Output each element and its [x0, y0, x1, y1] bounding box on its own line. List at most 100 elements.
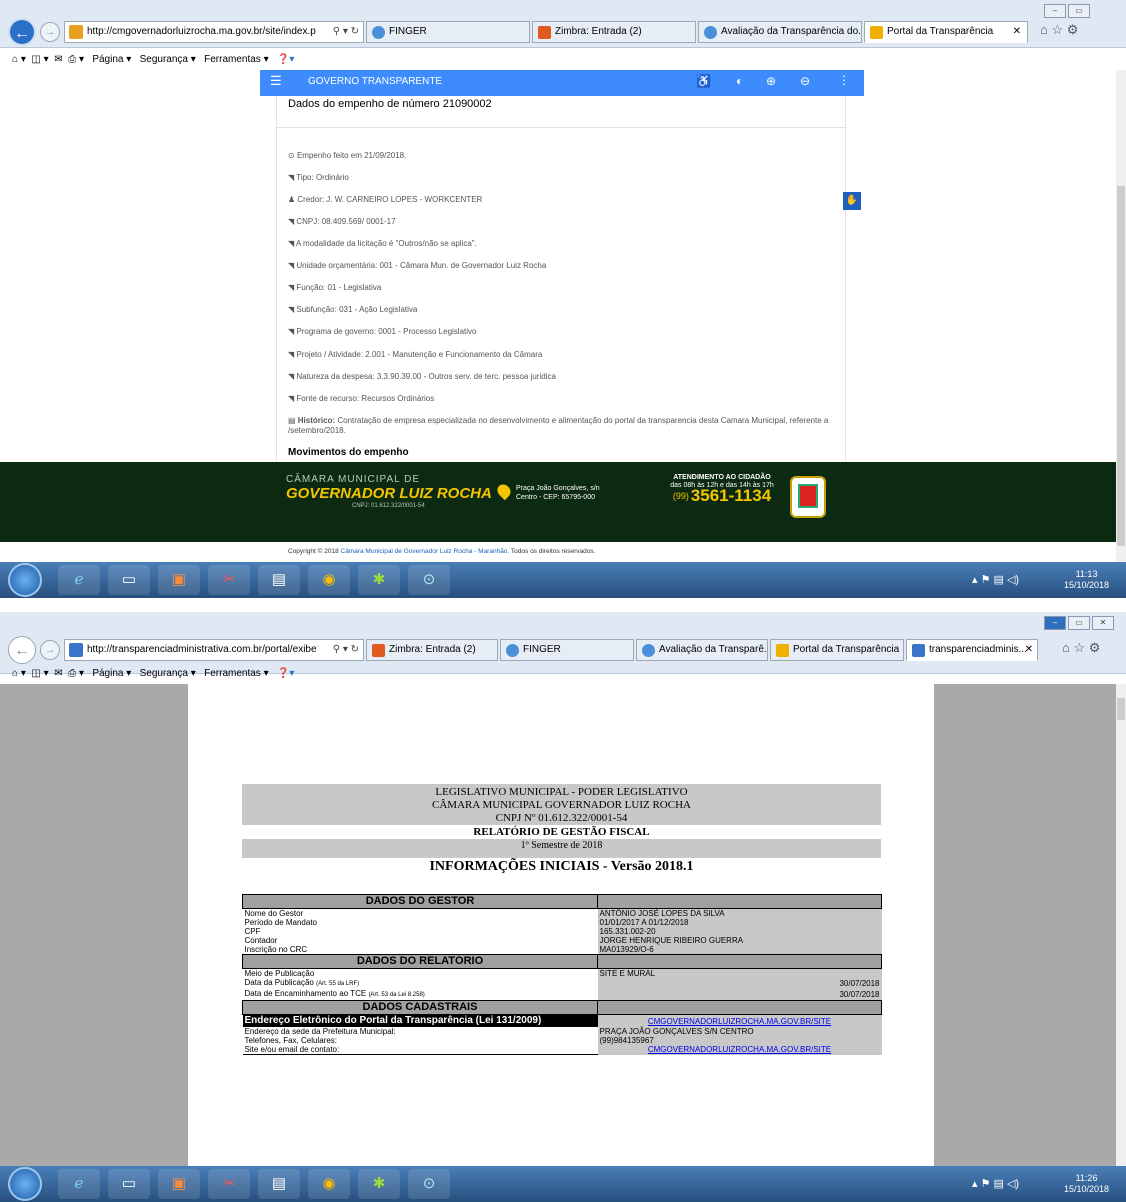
- chrome-taskbar-icon[interactable]: ◉: [308, 1169, 350, 1199]
- zoom-in-icon[interactable]: ⊕: [766, 74, 776, 88]
- report-h5: 1º Semestre de 2018: [520, 840, 603, 851]
- notepad-taskbar-icon[interactable]: ▤: [258, 565, 300, 595]
- chrome-taskbar-icon[interactable]: ◉: [308, 565, 350, 595]
- help-icon[interactable]: ❓▾: [277, 54, 294, 65]
- detail-line: ◥ Tipo: Ordinário: [288, 173, 349, 182]
- command-bar-2: ⌂ ▾ ◫ ▾ ✉ ⎙ ▾ Página ▾ Segurança ▾ Ferra…: [12, 664, 294, 684]
- table-row: Endereço Eletrônico do Portal da Transpa…: [242, 1014, 882, 1027]
- ie-icon: [372, 26, 385, 39]
- url-text: http://transparenciadministrativa.com.br…: [87, 644, 317, 655]
- tray-icons[interactable]: ▴ ⚑ ▤ ◁): [972, 573, 1019, 586]
- copyright-link[interactable]: Câmara Municipal de Governador Luiz Roch…: [341, 548, 508, 555]
- detail-line: ◥ Subfunção: 031 - Ação Legislativa: [288, 305, 418, 314]
- home-icon[interactable]: ⌂ ▾: [12, 54, 26, 65]
- gap: [0, 598, 1126, 612]
- feeds-icon[interactable]: ◫ ▾: [31, 668, 48, 679]
- menu-seguranca[interactable]: Segurança ▾: [140, 54, 196, 65]
- media-taskbar-icon[interactable]: ▣: [158, 1169, 200, 1199]
- mail-icon[interactable]: ✉: [54, 668, 62, 679]
- start-button[interactable]: [8, 563, 42, 597]
- tab-avaliacao[interactable]: Avaliação da Transparê...: [636, 639, 768, 661]
- restore-button[interactable]: ▭: [1068, 616, 1090, 630]
- app-taskbar-icon[interactable]: ✱: [358, 565, 400, 595]
- more-icon[interactable]: ⋮: [838, 73, 850, 87]
- explorer-taskbar-icon[interactable]: ▭: [108, 1169, 150, 1199]
- ie-taskbar-icon[interactable]: ℯ: [58, 1169, 100, 1199]
- forward-button[interactable]: →: [40, 22, 60, 42]
- close-tab-icon[interactable]: ✕: [1013, 22, 1021, 42]
- start-button[interactable]: [8, 1167, 42, 1201]
- explorer-taskbar-icon[interactable]: ▭: [108, 565, 150, 595]
- portal-icon: [870, 26, 883, 39]
- tab-avaliacao[interactable]: Avaliação da Transparência do...: [698, 21, 862, 43]
- footer-atendimento: ATENDIMENTO AO CIDADÃO das 08h às 12h e …: [670, 474, 774, 505]
- contrast-icon[interactable]: ◐: [736, 74, 743, 88]
- menu-ferramentas[interactable]: Ferramentas ▾: [204, 668, 268, 679]
- print-icon[interactable]: ⎙ ▾: [68, 54, 84, 65]
- close-tab-icon[interactable]: ✕: [1025, 640, 1033, 660]
- accessibility-icon[interactable]: ♿: [696, 74, 711, 88]
- table-row: Endereço da sede da Prefeitura Municipal…: [243, 1027, 882, 1036]
- copyright-text: Copyright © 2018 Câmara Municipal de Gov…: [288, 548, 596, 555]
- scrollbar-1[interactable]: [1116, 70, 1126, 562]
- tab-zimbra[interactable]: Zimbra: Entrada (2): [532, 21, 696, 43]
- tray-icons[interactable]: ▴ ⚑ ▤ ◁): [972, 1177, 1019, 1190]
- menu-pagina[interactable]: Página ▾: [92, 54, 131, 65]
- address-bar[interactable]: http://cmgovernadorluizrocha.ma.gov.br/s…: [64, 21, 364, 43]
- tools-taskbar-icon[interactable]: ✂: [208, 565, 250, 595]
- report-header: LEGISLATIVO MUNICIPAL - PODER LEGISLATIV…: [242, 784, 881, 858]
- tab-transparencia[interactable]: transparenciadminis... ✕: [906, 639, 1038, 661]
- table-row: Inscrição no CRC MA013929/O-6: [243, 945, 882, 955]
- vlibras-icon[interactable]: ✋: [843, 192, 861, 210]
- menu-ferramentas[interactable]: Ferramentas ▾: [204, 54, 268, 65]
- app-taskbar-icon[interactable]: ✱: [358, 1169, 400, 1199]
- report-h2: CÂMARA MUNICIPAL GOVERNADOR LUIZ ROCHA: [432, 799, 691, 811]
- address-bar[interactable]: http://transparenciadministrativa.com.br…: [64, 639, 364, 661]
- restore-button[interactable]: ▭: [1068, 4, 1090, 18]
- notepad-taskbar-icon[interactable]: ▤: [258, 1169, 300, 1199]
- search-refresh-icon[interactable]: ⚲ ▾ ↻: [333, 22, 359, 42]
- hamburger-icon[interactable]: ☰: [270, 73, 282, 89]
- tab-zimbra[interactable]: Zimbra: Entrada (2): [366, 639, 498, 661]
- minimize-button[interactable]: –: [1044, 616, 1066, 630]
- media-taskbar-icon[interactable]: ▣: [158, 565, 200, 595]
- print-icon[interactable]: ⎙ ▾: [68, 668, 84, 679]
- home-star-gear-icons[interactable]: ⌂ ☆ ⚙: [1040, 22, 1078, 38]
- feeds-icon[interactable]: ◫ ▾: [31, 54, 48, 65]
- site-favicon-icon: [69, 25, 83, 39]
- tab-finger[interactable]: FINGER: [500, 639, 634, 661]
- back-button[interactable]: ←: [8, 636, 36, 664]
- search-taskbar-icon[interactable]: ⊙: [408, 1169, 450, 1199]
- clock[interactable]: 11:26 15/10/2018: [1064, 1173, 1109, 1195]
- minimize-button[interactable]: –: [1044, 4, 1066, 18]
- table-row: CPF 165.331.002-20: [243, 927, 882, 936]
- home-star-gear-icons[interactable]: ⌂ ☆ ⚙: [1062, 640, 1100, 656]
- close-window-button[interactable]: ✕: [1092, 616, 1114, 630]
- tab-portal[interactable]: Portal da Transparência ✕: [864, 21, 1028, 43]
- table-row: Telefones, Fax, Celulares: (99)984135967: [243, 1036, 882, 1045]
- tab-portal[interactable]: Portal da Transparência: [770, 639, 904, 661]
- help-icon[interactable]: ❓▾: [277, 668, 294, 679]
- search-taskbar-icon[interactable]: ⊙: [408, 565, 450, 595]
- mail-icon[interactable]: ✉: [54, 54, 62, 65]
- report-h1: LEGISLATIVO MUNICIPAL - PODER LEGISLATIV…: [435, 786, 688, 798]
- back-button[interactable]: ←: [8, 18, 36, 46]
- scrollbar-thumb-2[interactable]: [1117, 698, 1125, 720]
- menu-pagina[interactable]: Página ▾: [92, 668, 131, 679]
- section-relatorio: DADOS DO RELATÓRIO: [242, 954, 598, 969]
- tab-finger[interactable]: FINGER: [366, 21, 530, 43]
- site-footer: CÂMARA MUNICIPAL DE GOVERNADOR LUIZ ROCH…: [0, 462, 1116, 542]
- clock[interactable]: 11:13 15/10/2018: [1064, 569, 1109, 591]
- site-link[interactable]: CMGOVERNADORLUIZROCHA.MA.GOV.BR/SITE: [648, 1045, 831, 1054]
- zoom-out-icon[interactable]: ⊖: [800, 74, 810, 88]
- menu-seguranca[interactable]: Segurança ▾: [140, 668, 196, 679]
- scrollbar-2[interactable]: [1116, 684, 1126, 1166]
- portal-link[interactable]: CMGOVERNADORLUIZROCHA.MA.GOV.BR/SITE: [648, 1017, 831, 1026]
- scrollbar-thumb-1[interactable]: [1117, 186, 1125, 546]
- search-refresh-icon[interactable]: ⚲ ▾ ↻: [333, 640, 359, 660]
- ie-taskbar-icon[interactable]: ℯ: [58, 565, 100, 595]
- forward-button[interactable]: →: [40, 640, 60, 660]
- ie-icon: [704, 26, 717, 39]
- tools-taskbar-icon[interactable]: ✂: [208, 1169, 250, 1199]
- home-icon[interactable]: ⌂ ▾: [12, 668, 26, 679]
